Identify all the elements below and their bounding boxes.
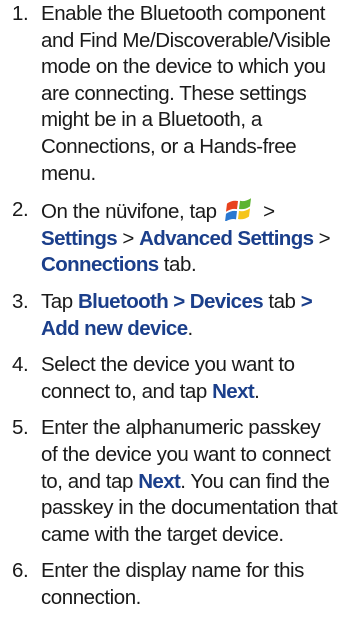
step-text: Enter the display name for this connecti… <box>41 559 304 609</box>
step-number: 5. <box>12 416 29 440</box>
step-number: 3. <box>12 289 29 313</box>
add-new-device-link: Add new device <box>41 316 188 340</box>
step-2: 2. On the nüvifone, tap > Settings > Adv… <box>0 197 344 279</box>
step-text: . <box>187 316 194 340</box>
next-link: Next <box>212 379 255 403</box>
next-link: Next <box>138 469 181 493</box>
step-number: 6. <box>12 559 29 583</box>
instruction-steps: 1. Enable the Bluetooth component and Fi… <box>0 1 344 621</box>
step-text: . <box>254 379 260 403</box>
advanced-settings-link: Advanced Settings <box>139 226 314 250</box>
step-number: 1. <box>12 2 29 25</box>
separator: > <box>117 226 140 250</box>
step-1: 1. Enable the Bluetooth component and Fi… <box>0 1 344 187</box>
step-text: tab <box>263 289 301 313</box>
step-3: 3. Tap Bluetooth > Devices tab > Add new… <box>0 289 344 342</box>
windows-start-icon <box>224 197 255 223</box>
step-number: 4. <box>12 353 29 377</box>
page: { "steps": [ { "number": "1.", "text": "… <box>0 0 344 609</box>
step-4: 4. Select the device you want to connect… <box>0 352 344 405</box>
separator: > <box>257 200 275 224</box>
step-text: On the nüvifone, tap <box>41 200 222 224</box>
separator: > <box>313 226 331 250</box>
separator: > <box>300 289 313 313</box>
bluetooth-devices-link: Bluetooth > Devices <box>77 289 264 313</box>
step-text: Enable the Bluetooth component and Find … <box>41 2 331 185</box>
step-text: tab. <box>158 253 197 277</box>
step-6: 6. Enter the display name for this conne… <box>0 558 344 611</box>
connections-link: Connections <box>41 253 159 277</box>
step-number: 2. <box>12 198 29 222</box>
settings-link: Settings <box>41 226 118 250</box>
step-text: Tap <box>41 289 78 313</box>
step-5: 5. Enter the alphanumeric passkey of the… <box>0 415 344 548</box>
